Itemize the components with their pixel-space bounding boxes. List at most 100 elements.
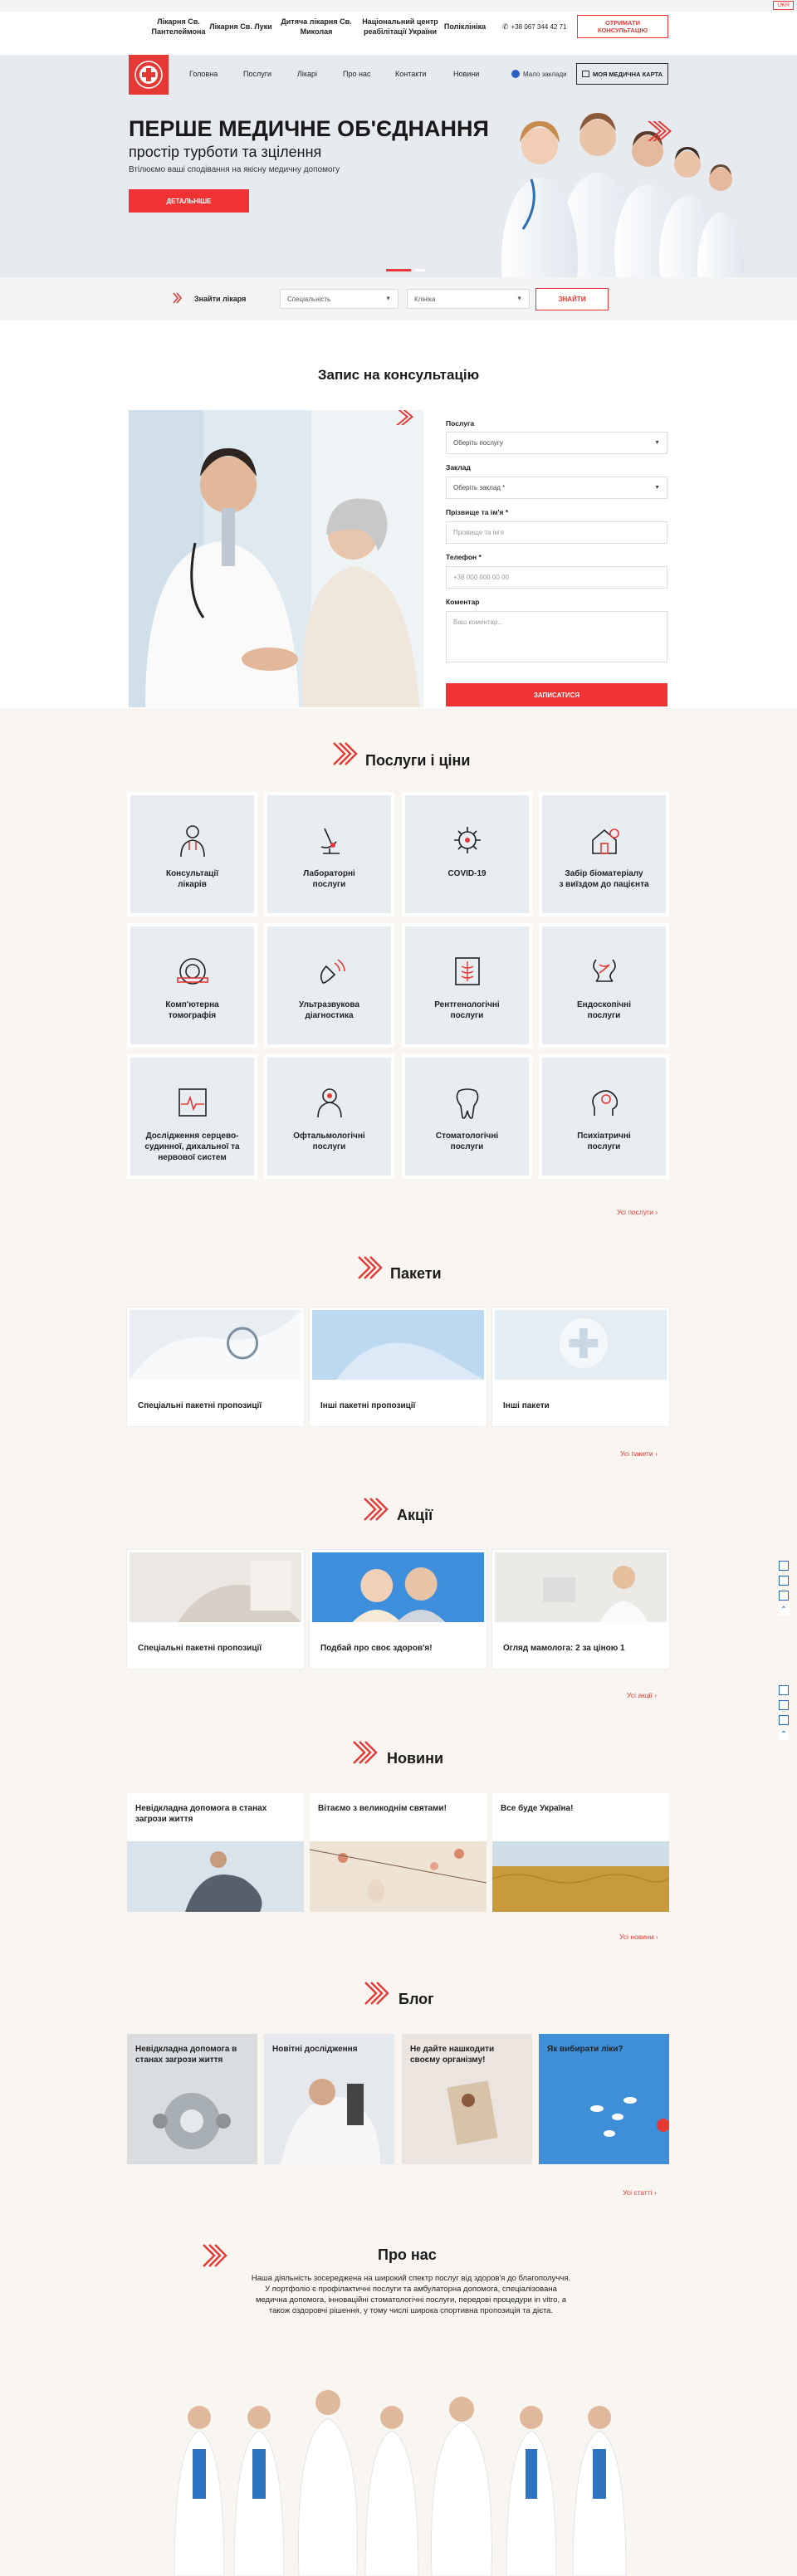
- site-logo[interactable]: [129, 55, 169, 95]
- side-widgets: ⌃: [779, 1685, 790, 1745]
- service-tile[interactable]: Ультразвукова діагностика: [264, 923, 394, 1048]
- accessibility-link[interactable]: Мало заклади: [511, 70, 567, 78]
- news-photo: [310, 1841, 487, 1912]
- all-news-link[interactable]: Усі новини ›: [619, 1933, 658, 1941]
- all-articles-link[interactable]: Усі статті ›: [623, 2188, 657, 2197]
- medical-card-button[interactable]: МОЯ МЕДИЧНА КАРТА: [576, 63, 668, 85]
- chevron-right-icon: ›: [654, 1449, 658, 1458]
- news-card[interactable]: Все буде Україна!: [492, 1793, 669, 1912]
- top-strip: [0, 0, 797, 12]
- mainnav-contacts[interactable]: Контакти: [395, 70, 426, 78]
- contacts-icon[interactable]: [779, 1576, 789, 1586]
- place-select[interactable]: Оберіть заклад * ▼: [446, 477, 667, 499]
- package-card[interactable]: Спеціальні пакетні пропозиції: [127, 1308, 304, 1426]
- intestine-icon: [586, 953, 623, 990]
- all-packages-link[interactable]: Усі пакети ›: [620, 1449, 658, 1458]
- ultrasound-icon: [311, 953, 348, 990]
- package-photo: [130, 1310, 301, 1380]
- contact-card-icon[interactable]: [779, 1685, 789, 1695]
- promo-photo: [130, 1552, 301, 1622]
- service-label: COVID-19: [447, 869, 487, 878]
- service-tile[interactable]: Ендоскопічні послуги: [539, 923, 669, 1048]
- contact-card-icon[interactable]: [779, 1561, 789, 1571]
- blog-card[interactable]: Новітні дослідження: [264, 2034, 394, 2164]
- service-tile[interactable]: Дослідження серцево- судинної, дихальної…: [127, 1054, 257, 1179]
- ct-scanner-icon: [174, 953, 211, 990]
- section-chevrons-icon: [333, 742, 358, 765]
- news-card[interactable]: Вітаємо з великоднім святами!: [310, 1793, 487, 1912]
- mainnav-about[interactable]: Про нас: [343, 70, 370, 78]
- service-tile[interactable]: COVID-19: [402, 792, 532, 917]
- microscope-icon: [311, 822, 348, 858]
- services-title: Послуги і ціни: [365, 752, 471, 769]
- news-headline: Все буде Україна!: [501, 1804, 574, 1813]
- service-select[interactable]: Оберіть послугу ▼: [446, 432, 667, 454]
- blog-card[interactable]: Невідкладна допомога в станах загрози жи…: [127, 2034, 257, 2164]
- phone-field[interactable]: +38 000 000 00 00: [446, 566, 667, 589]
- package-title: Спеціальні пакетні пропозиції: [138, 1401, 262, 1410]
- mainnav-doctors[interactable]: Лікарі: [297, 70, 317, 78]
- search-button[interactable]: ЗНАЙТИ: [535, 288, 609, 310]
- package-photo: [312, 1310, 484, 1380]
- service-label: Послуга: [446, 419, 475, 428]
- service-label: Психіатричні послуги: [577, 1132, 631, 1151]
- language-switch[interactable]: UKR: [773, 1, 794, 10]
- hero-details-button[interactable]: ДЕТАЛЬНІШЕ: [129, 189, 249, 213]
- booking-title: Запис на консультацію: [317, 367, 480, 383]
- all-services-link[interactable]: Усі послуги ›: [617, 1208, 658, 1216]
- comment-field[interactable]: Ваш коментар...: [446, 611, 667, 662]
- hero-subtitle: простір турботи та зцілення: [129, 144, 322, 160]
- clinic-select[interactable]: Клініка ▼: [407, 289, 530, 309]
- promo-card[interactable]: Огляд мамолога: 2 за ціною 1: [492, 1550, 669, 1669]
- promo-card[interactable]: Подбай про своє здоров'я!: [310, 1550, 487, 1669]
- blog-headline: Новітні дослідження: [272, 2045, 358, 2054]
- blog-card[interactable]: Не дайте нашкодити своєму організму!: [402, 2034, 532, 2164]
- service-tile[interactable]: Комп'ютерна томографія: [127, 923, 257, 1048]
- chevron-right-icon: ›: [654, 1691, 658, 1699]
- medical-cross-logo-icon: [134, 61, 163, 89]
- service-tile[interactable]: Офтальмологічні послуги: [264, 1054, 394, 1179]
- packages-title: Пакети: [390, 1265, 442, 1282]
- book-submit-button[interactable]: ЗАПИСАТИСЯ: [446, 683, 667, 706]
- service-tile[interactable]: Психіатричні послуги: [539, 1054, 669, 1179]
- package-title: Інші пакетні пропозиції: [320, 1401, 416, 1410]
- phone-link[interactable]: ✆ +38 067 344 42 71: [502, 22, 567, 32]
- chat-icon[interactable]: [779, 1715, 789, 1725]
- service-tile[interactable]: Забір біоматеріалу з виїздом до пацієнта: [539, 792, 669, 917]
- chat-icon[interactable]: [779, 1591, 789, 1601]
- all-promos-link[interactable]: Усі акції ›: [627, 1691, 657, 1699]
- search-label: Знайти лікаря: [194, 295, 247, 303]
- service-label: Ультразвукова діагностика: [299, 1000, 359, 1020]
- service-label: Комп'ютерна томографія: [165, 1000, 219, 1020]
- topnav-item-polyclinic[interactable]: Поліклініка: [440, 22, 490, 32]
- service-tile[interactable]: Консультації лікарів: [127, 792, 257, 917]
- topnav-item-luke[interactable]: Лікарня Св. Луки: [208, 22, 274, 32]
- service-label: Забір біоматеріалу з виїздом до пацієнта: [559, 869, 649, 889]
- mainnav-services[interactable]: Послуги: [243, 70, 271, 78]
- promo-card[interactable]: Спеціальні пакетні пропозиції: [127, 1550, 304, 1669]
- chevron-up-icon[interactable]: ⌃: [779, 1606, 789, 1615]
- package-photo: [495, 1310, 667, 1380]
- topnav-item-rehab[interactable]: Національний центр реабілітації України: [359, 17, 442, 37]
- news-card[interactable]: Невідкладна допомога в станах загрози жи…: [127, 1793, 304, 1912]
- name-field[interactable]: Прізвище та ім'я: [446, 521, 667, 544]
- specialty-select[interactable]: Спеціальність ▼: [280, 289, 398, 309]
- service-tile[interactable]: Рентгенологічні послуги: [402, 923, 532, 1048]
- service-tile[interactable]: Лабораторні послуги: [264, 792, 394, 917]
- chevron-up-icon[interactable]: ⌃: [779, 1730, 789, 1740]
- contacts-icon[interactable]: [779, 1700, 789, 1710]
- virus-icon: [449, 822, 486, 858]
- get-consultation-button[interactable]: ОТРИМАТИ КОНСУЛЬТАЦІЮ: [577, 15, 668, 38]
- blog-card[interactable]: Як вибирати ліки?: [539, 2034, 669, 2164]
- topnav-item-pantaleimon[interactable]: Лікарня Св. Пантелеймона: [141, 17, 216, 37]
- package-card[interactable]: Інші пакетні пропозиції: [310, 1308, 487, 1426]
- package-card[interactable]: Інші пакети: [492, 1308, 669, 1426]
- section-chevrons-icon: [364, 1982, 389, 2005]
- mainnav-news[interactable]: Новини: [453, 70, 479, 78]
- promo-title: Подбай про своє здоров'я!: [320, 1644, 433, 1653]
- promos-title: Акції: [397, 1507, 433, 1523]
- mainnav-home[interactable]: Головна: [189, 70, 218, 78]
- service-tile[interactable]: Стоматологічні послуги: [402, 1054, 532, 1179]
- red-chevrons-icon: [173, 292, 183, 304]
- topnav-item-nicholas[interactable]: Дитяча лікарня Св. Миколая: [278, 17, 354, 37]
